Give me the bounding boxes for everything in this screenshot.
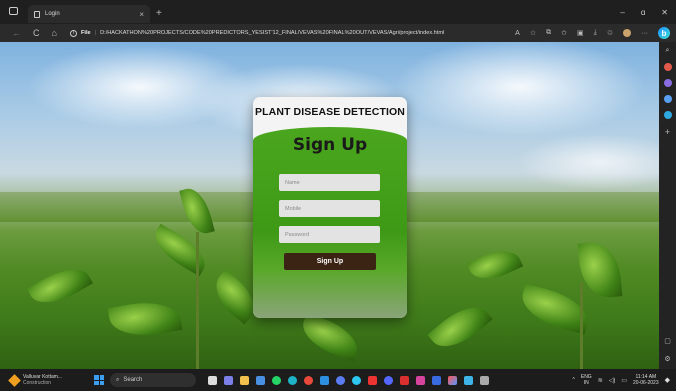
url-divider: |	[94, 30, 97, 36]
browser-tab-bar: Login × + – ɑ ✕	[0, 0, 676, 24]
more-menu-icon[interactable]: ···	[641, 30, 648, 37]
extensions-icon[interactable]: ♲	[607, 29, 613, 37]
browser-toolbar: A ☆ ⧉ ✩ ▣ ⤓ ♲ ··· b	[515, 27, 676, 39]
add-sidebar-icon[interactable]: +	[665, 127, 670, 137]
show-hidden-icon[interactable]: ^	[573, 377, 575, 383]
vscode-icon[interactable]	[320, 375, 329, 385]
tab-login[interactable]: Login ×	[28, 5, 150, 23]
pinned-apps	[208, 375, 489, 385]
read-aloud-icon[interactable]: A	[515, 30, 520, 37]
system-tray: ^ ENG IN ≋ ◁) ▭ 11:14 AM 20-06-2023 ◆	[573, 374, 676, 386]
window-controls: – ɑ ✕	[620, 0, 676, 24]
store-icon[interactable]	[256, 375, 265, 385]
app-icon-indigo[interactable]	[384, 375, 393, 385]
tea-leaf	[27, 258, 93, 314]
start-button[interactable]	[94, 375, 104, 385]
tea-leaf	[296, 312, 364, 362]
office-icon[interactable]	[663, 111, 672, 119]
close-window-button[interactable]: ✕	[661, 8, 668, 17]
edge-sidebar: ⌕ + ▢ ⚙	[659, 42, 676, 369]
notifications-icon[interactable]: ◆	[665, 376, 670, 384]
hide-sidebar-icon[interactable]: ▢	[664, 337, 671, 345]
games-icon[interactable]	[663, 95, 672, 103]
app-icon-cyan[interactable]	[352, 375, 361, 385]
photos-icon[interactable]	[432, 375, 441, 385]
navigation-buttons: ← C ⌂	[0, 28, 70, 38]
split-screen-icon[interactable]: ⧉	[546, 29, 551, 37]
mobile-input[interactable]	[279, 200, 380, 217]
name-input[interactable]	[279, 174, 380, 191]
tea-stem	[196, 232, 199, 369]
tea-leaf	[107, 296, 183, 342]
chat-icon[interactable]	[224, 375, 233, 385]
battery-icon[interactable]: ▭	[621, 377, 627, 384]
settings-icon[interactable]: ⚙	[664, 355, 670, 363]
task-view-icon[interactable]	[208, 375, 217, 385]
shopping-icon[interactable]	[663, 63, 672, 71]
url-text[interactable]: D:/HACKATHON%20PROJECTS/CODE%20PREDICTOR…	[100, 30, 444, 36]
back-button[interactable]: ←	[12, 28, 21, 38]
taskbar: Valluvar Kottam... Construction ⌕ Search	[0, 369, 676, 391]
tea-leaf	[427, 296, 493, 358]
close-tab-icon[interactable]: ×	[139, 10, 144, 19]
wifi-icon[interactable]: ≋	[598, 377, 603, 384]
language-indicator[interactable]: ENG IN	[581, 374, 592, 386]
clock-date: 20-06-2023	[633, 380, 659, 386]
address-bar[interactable]: i File | D:/HACKATHON%20PROJECTS/CODE%20…	[70, 26, 515, 40]
address-bar-row: ← C ⌂ i File | D:/HACKATHON%20PROJECTS/C…	[0, 24, 676, 42]
page-background: PLANT DISEASE DETECTION Sign Up Sign Up	[0, 42, 659, 369]
tea-leaf	[577, 240, 623, 300]
youtube-icon[interactable]	[368, 375, 377, 385]
clock[interactable]: 11:14 AM 20-06-2023	[633, 374, 659, 386]
card-green-panel	[253, 127, 407, 318]
signup-heading: Sign Up	[292, 135, 368, 155]
tools-icon[interactable]	[663, 79, 672, 87]
bing-chat-icon[interactable]: b	[658, 27, 670, 39]
tab-title: Login	[45, 11, 60, 17]
search-icon[interactable]: ⌕	[666, 47, 670, 55]
tea-stem	[580, 282, 583, 369]
workspaces-icon[interactable]	[9, 7, 18, 15]
app-icon-blue[interactable]	[336, 375, 345, 385]
sidebar-bottom: ▢ ⚙	[664, 337, 671, 363]
site-info-icon[interactable]: i	[70, 29, 77, 37]
chrome-icon[interactable]	[304, 375, 313, 385]
app-title: PLANT DISEASE DETECTION	[255, 106, 405, 118]
page-icon	[34, 10, 40, 18]
lang-line2: IN	[583, 380, 589, 386]
password-input[interactable]	[279, 226, 380, 243]
downloads-icon[interactable]: ⤓	[594, 29, 597, 37]
whatsapp-icon[interactable]	[272, 375, 281, 385]
taskbar-search[interactable]: ⌕ Search	[110, 373, 196, 387]
notepad-icon[interactable]	[464, 375, 473, 385]
collections-icon[interactable]: ▣	[577, 29, 584, 37]
restore-button[interactable]: ɑ	[641, 8, 645, 17]
minimize-button[interactable]: –	[620, 8, 624, 17]
app-icon-gradient[interactable]	[448, 375, 457, 385]
signup-button[interactable]: Sign Up	[284, 253, 376, 270]
search-label: Search	[123, 377, 143, 383]
search-icon: ⌕	[116, 376, 120, 383]
weather-icon	[8, 373, 21, 387]
edge-icon[interactable]	[288, 375, 297, 385]
home-button[interactable]: ⌂	[52, 28, 57, 38]
weather-widget[interactable]: Valluvar Kottam... Construction	[0, 373, 82, 387]
weather-condition: Construction	[23, 380, 52, 386]
instagram-icon[interactable]	[416, 375, 425, 385]
app-icon-gray[interactable]	[480, 375, 489, 385]
tea-leaf	[466, 242, 524, 288]
signup-card: PLANT DISEASE DETECTION Sign Up Sign Up	[253, 97, 407, 318]
volume-icon[interactable]: ◁)	[609, 377, 616, 384]
scheme-label: File	[81, 30, 91, 36]
acrobat-icon[interactable]	[400, 375, 409, 385]
refresh-button[interactable]: C	[33, 28, 40, 38]
new-tab-button[interactable]: +	[156, 8, 162, 19]
file-explorer-icon[interactable]	[240, 375, 249, 385]
profile-icon[interactable]	[623, 29, 631, 37]
favorites-icon[interactable]: ✩	[561, 29, 567, 37]
screen: Login × + – ɑ ✕ ← C ⌂ i File | D:/HACKAT…	[0, 0, 676, 391]
favorite-star-icon[interactable]: ☆	[530, 29, 536, 37]
